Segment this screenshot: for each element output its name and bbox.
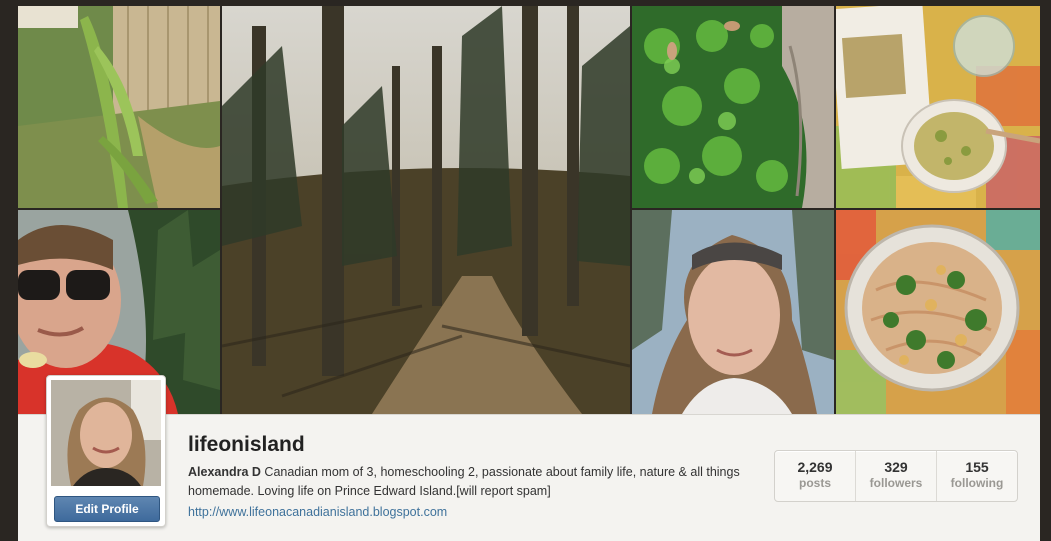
bio-text: Canadian mom of 3, homeschooling 2, pass… bbox=[188, 465, 740, 498]
avatar[interactable] bbox=[51, 380, 161, 486]
tulip-shoots-photo[interactable] bbox=[18, 6, 220, 208]
selfie-sunglasses-on-head-photo[interactable] bbox=[632, 210, 834, 414]
website-link[interactable]: http://www.lifeonacanadianisland.blogspo… bbox=[188, 505, 447, 519]
forest-path-photo[interactable] bbox=[222, 6, 630, 414]
following-label: following bbox=[950, 476, 1004, 490]
quinoa-bowl-photo[interactable] bbox=[836, 6, 1040, 208]
photo-grid bbox=[18, 6, 1040, 414]
following-count: 155 bbox=[965, 459, 989, 475]
profile-bio: Alexandra D Canadian mom of 3, homeschoo… bbox=[188, 463, 748, 501]
followers-label: followers bbox=[869, 476, 923, 490]
noodle-bowl-photo[interactable] bbox=[836, 210, 1040, 414]
posts-count: 2,269 bbox=[797, 459, 833, 475]
profile-stats: 2,269 posts 329 followers 155 following bbox=[774, 450, 1018, 502]
followers-stat[interactable]: 329 followers bbox=[856, 451, 937, 501]
posts-stat[interactable]: 2,269 posts bbox=[775, 451, 856, 501]
followers-count: 329 bbox=[884, 459, 908, 475]
display-name: Alexandra D bbox=[188, 465, 261, 479]
posts-label: posts bbox=[798, 476, 831, 490]
profile-header: Edit Profile lifeonisland Alexandra D Ca… bbox=[18, 375, 1040, 541]
username: lifeonisland bbox=[188, 433, 305, 456]
moss-photo[interactable] bbox=[632, 6, 834, 208]
following-stat[interactable]: 155 following bbox=[937, 451, 1017, 501]
edit-profile-button[interactable]: Edit Profile bbox=[54, 496, 160, 522]
profile-avatar-card: Edit Profile bbox=[46, 375, 166, 527]
